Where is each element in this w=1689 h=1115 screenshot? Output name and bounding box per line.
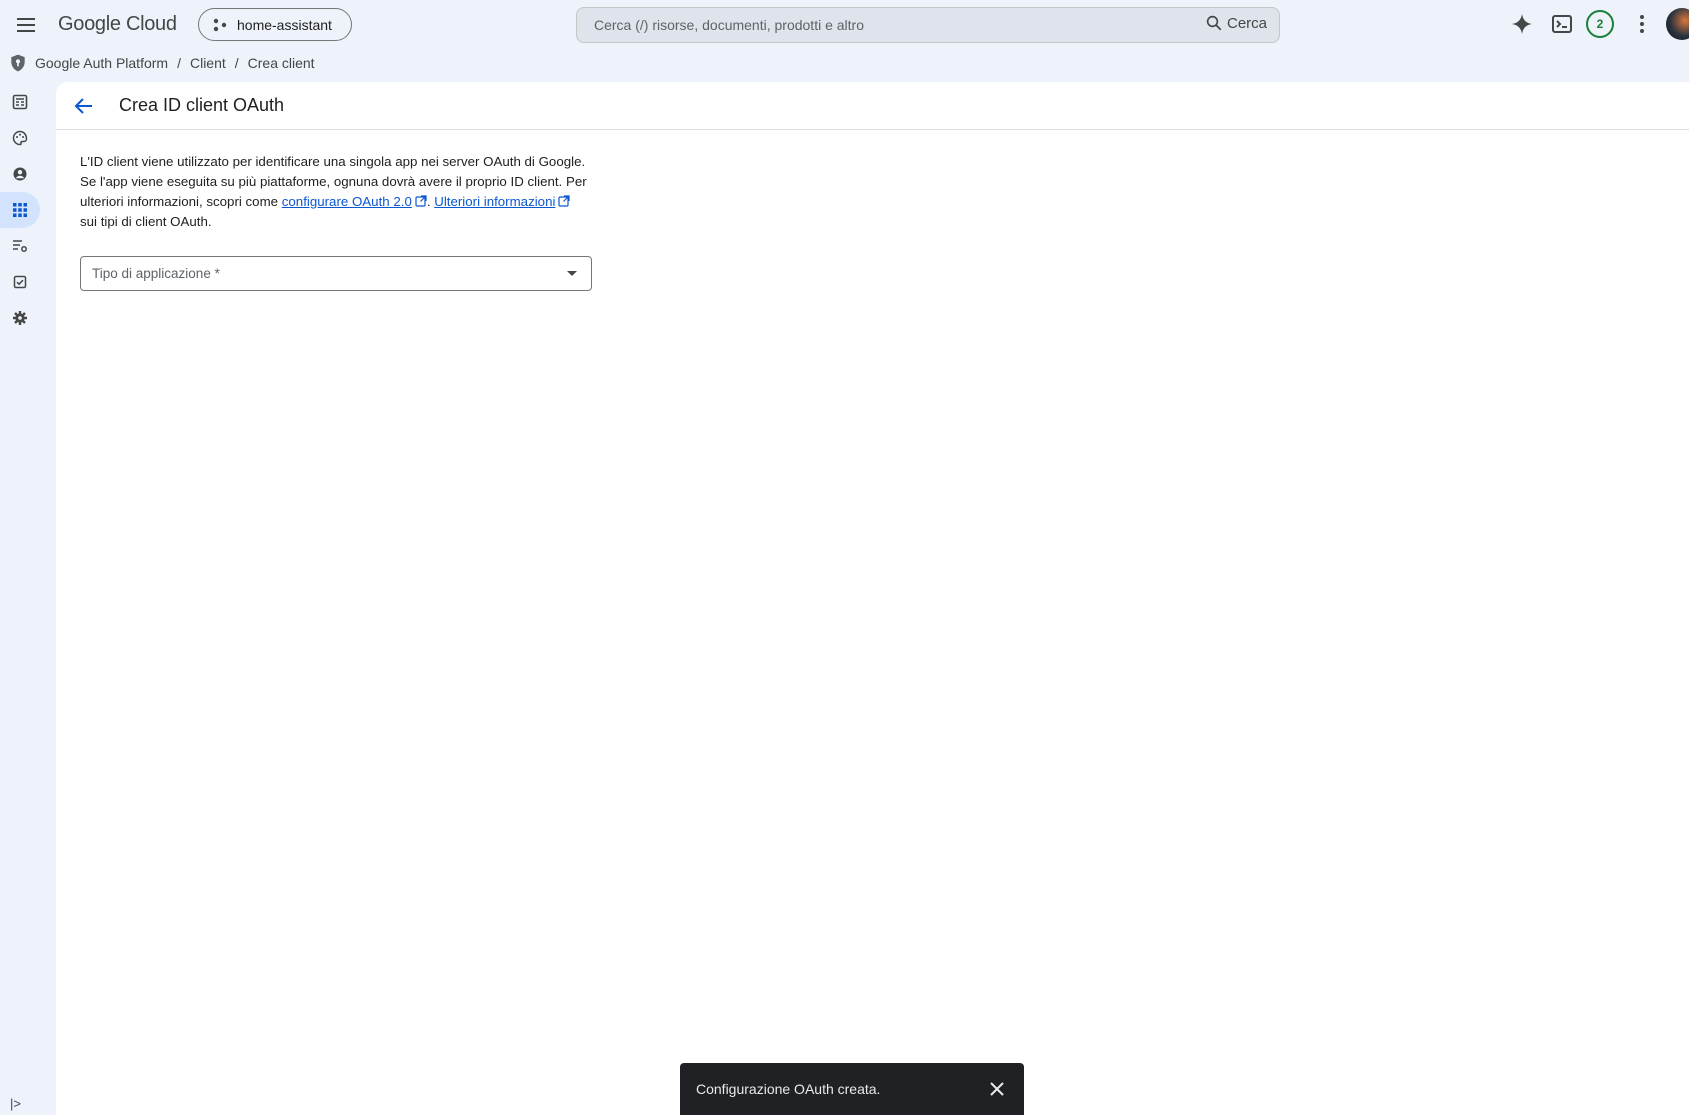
- verification-checkbox-icon: [13, 275, 27, 289]
- cloud-shell-icon[interactable]: [1550, 12, 1574, 36]
- search-bar[interactable]: Cerca (/) risorse, documenti, prodotti e…: [576, 7, 1280, 43]
- dropdown-arrow-icon: [567, 271, 577, 276]
- apps-grid-icon: [13, 203, 27, 217]
- sidebar-item-settings[interactable]: [0, 300, 40, 336]
- main-panel: Crea ID client OAuth L'ID client viene u…: [56, 82, 1689, 1115]
- snackbar-message: Configurazione OAuth creata.: [696, 1081, 881, 1097]
- list-settings-icon: [13, 240, 27, 252]
- client-id-description: L'ID client viene utilizzato per identif…: [80, 152, 590, 232]
- external-link-icon: [558, 195, 571, 207]
- breadcrumb-client[interactable]: Client: [190, 55, 226, 71]
- palette-icon: [12, 130, 28, 146]
- google-cloud-logo[interactable]: Google Cloud: [58, 13, 177, 36]
- breadcrumb-create-client: Crea client: [247, 55, 315, 71]
- notifications-badge[interactable]: 2: [1586, 10, 1614, 38]
- breadcrumb-separator: /: [234, 55, 239, 71]
- more-info-link[interactable]: Ulteriori informazioni: [434, 194, 555, 209]
- breadcrumb-auth-platform[interactable]: Google Auth Platform: [35, 55, 168, 71]
- project-picker[interactable]: home-assistant: [198, 8, 352, 41]
- sidebar-item-data-access[interactable]: [0, 228, 40, 264]
- breadcrumb-separator: /: [177, 55, 181, 71]
- search-button-label: Cerca: [1226, 14, 1267, 32]
- main-menu-icon[interactable]: [14, 13, 38, 37]
- snackbar: Configurazione OAuth creata.: [680, 1063, 1024, 1115]
- project-name: home-assistant: [237, 17, 332, 33]
- page-title: Crea ID client OAuth: [119, 95, 285, 115]
- back-arrow-icon[interactable]: [72, 94, 96, 118]
- search-icon: [1206, 15, 1222, 31]
- settings-gear-icon: [13, 311, 27, 325]
- application-type-placeholder: Tipo di applicazione *: [92, 266, 220, 281]
- search-button[interactable]: Cerca: [1205, 14, 1267, 32]
- auth-platform-shield-icon: [11, 54, 25, 72]
- search-input[interactable]: Cerca (/) risorse, documenti, prodotti e…: [594, 17, 864, 33]
- application-type-select[interactable]: Tipo di applicazione *: [80, 256, 592, 291]
- sidebar-item-branding[interactable]: [0, 120, 40, 156]
- sidebar-item-audience[interactable]: [0, 156, 40, 192]
- top-bar: Google Cloud home-assistant Cerca (/) ri…: [0, 0, 1689, 48]
- project-icon: [213, 18, 227, 37]
- gemini-sparkle-icon[interactable]: [1510, 12, 1534, 36]
- expand-sidebar-icon[interactable]: |>: [10, 1096, 21, 1111]
- more-options-icon[interactable]: [1630, 12, 1654, 36]
- external-link-icon: [415, 195, 427, 207]
- breadcrumb: Google Auth Platform / Client / Crea cli…: [8, 52, 315, 74]
- account-circle-icon: [13, 167, 27, 181]
- dashboard-icon: [12, 94, 28, 110]
- sidebar-item-clients[interactable]: [0, 192, 40, 228]
- description-text: sui tipi di client OAuth.: [80, 214, 212, 229]
- user-avatar[interactable]: [1666, 8, 1689, 40]
- page-header: Crea ID client OAuth: [56, 82, 1689, 130]
- sidebar-item-overview[interactable]: [0, 84, 40, 120]
- configure-oauth-link[interactable]: configurare OAuth 2.0: [282, 194, 412, 209]
- sidebar-item-verification[interactable]: [0, 264, 40, 300]
- close-icon[interactable]: [988, 1080, 1006, 1098]
